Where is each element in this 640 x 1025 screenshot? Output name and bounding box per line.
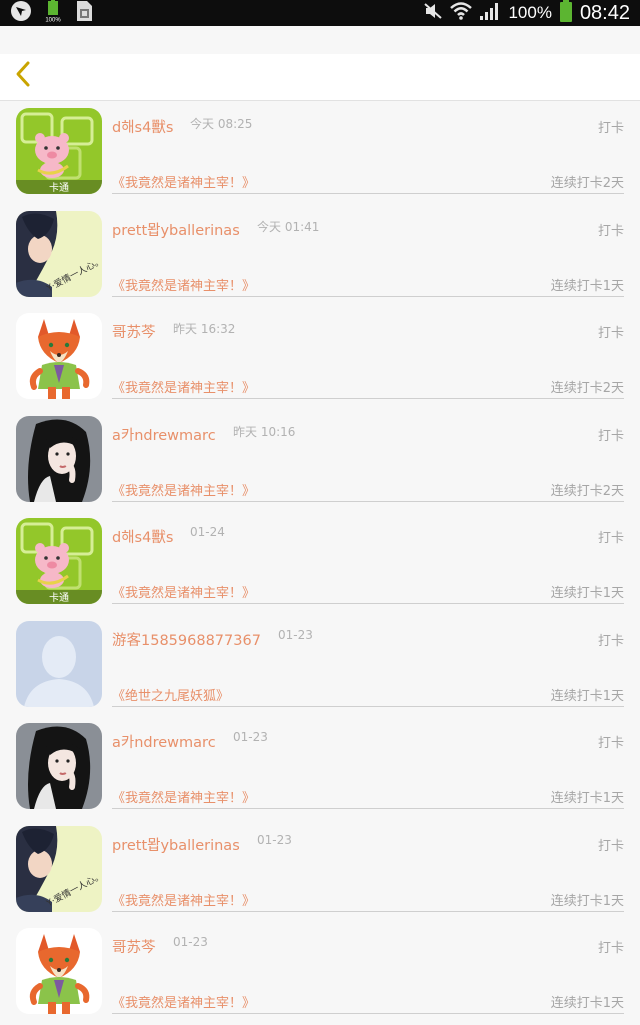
divider (112, 295, 624, 297)
book-title[interactable]: 《我竟然是诸神主宰！》 (112, 480, 255, 499)
user-name[interactable]: prett뫕yballerinas (112, 834, 240, 855)
book-title[interactable]: 《我竟然是诸神主宰！》 (112, 582, 255, 601)
list-item[interactable]: 哥苏芩 昨天 16:32 打卡 《我竟然是诸神主宰！》 连续打卡2天 (0, 307, 640, 410)
book-title[interactable]: 《我竟然是诸神主宰！》 (112, 787, 255, 806)
book-title[interactable]: 《绝世之九尾妖狐》 (112, 685, 229, 704)
checkin-list: 卡通 d해s4獸s 今天 08:25 打卡 《我竟然是诸神主宰！》 连续打卡2天… (0, 102, 640, 1025)
avatar[interactable] (16, 928, 102, 1014)
list-item[interactable]: Y·爱情一人心。 prett뫕yballerinas 今天 01:41 打卡 《… (0, 205, 640, 308)
battery-icon (559, 0, 573, 26)
back-button[interactable] (8, 60, 38, 92)
user-name[interactable]: d해s4獸s (112, 116, 173, 137)
checkin-label: 打卡 (597, 838, 624, 854)
divider (112, 910, 624, 912)
user-name[interactable]: prett뫕yballerinas (112, 219, 240, 240)
list-item[interactable]: 卡通 d해s4獸s 今天 08:25 打卡 《我竟然是诸神主宰！》 连续打卡2天 (0, 102, 640, 205)
avatar[interactable]: 卡通 (16, 108, 102, 194)
user-name[interactable]: 哥苏芩 (112, 321, 156, 342)
list-item[interactable]: 游客1585968877367 01-23 打卡 《绝世之九尾妖狐》 连续打卡1… (0, 615, 640, 718)
streak-count: 连续打卡1天 (550, 688, 624, 704)
post-time: 昨天 10:16 (233, 424, 296, 439)
user-name[interactable]: a카ndrewmarc (112, 731, 216, 752)
post-time: 昨天 16:32 (173, 322, 236, 336)
streak-count: 连续打卡1天 (550, 278, 624, 294)
battery-small-icon: 100% (42, 0, 64, 26)
streak-count: 连续打卡1天 (550, 893, 624, 909)
status-time: 08:42 (579, 1, 630, 24)
checkin-label: 打卡 (597, 531, 624, 546)
post-time: 01-23 (233, 730, 268, 744)
book-title[interactable]: 《我竟然是诸神主宰！》 (112, 890, 255, 909)
mute-icon (423, 1, 443, 25)
avatar[interactable] (16, 313, 102, 399)
streak-count: 连续打卡2天 (550, 381, 624, 396)
list-item[interactable]: 卡通 d해s4獸s 01-24 打卡 《我竟然是诸神主宰！》 连续打卡1天 (0, 512, 640, 615)
user-name[interactable]: 游客1585968877367 (112, 629, 261, 650)
signal-icon (479, 1, 501, 25)
user-name[interactable]: a카ndrewmarc (112, 424, 216, 445)
divider (112, 193, 624, 194)
post-time: 01-23 (173, 935, 208, 949)
notification-icon (10, 0, 32, 26)
streak-count: 连续打卡1天 (550, 791, 624, 806)
header-bar (0, 54, 640, 101)
avatar-caption: 卡通 (49, 591, 69, 604)
avatar[interactable] (16, 723, 102, 809)
checkin-label: 打卡 (597, 121, 624, 136)
chevron-left-icon (13, 59, 33, 93)
divider (112, 500, 624, 502)
user-name[interactable]: 哥苏芩 (112, 936, 156, 957)
status-bar: 100% 100% 08:42 (0, 0, 640, 26)
checkin-label: 打卡 (597, 941, 624, 956)
divider (112, 705, 624, 707)
divider (112, 808, 624, 809)
avatar[interactable]: Y·爱情一人心。 (16, 210, 102, 297)
avatar-caption: 卡通 (49, 181, 69, 194)
list-item[interactable]: a카ndrewmarc 昨天 10:16 打卡 《我竟然是诸神主宰！》 连续打卡… (0, 410, 640, 513)
post-time: 01-23 (257, 832, 292, 847)
streak-count: 连续打卡1天 (550, 586, 624, 601)
checkin-label: 打卡 (597, 633, 624, 649)
list-item[interactable]: a카ndrewmarc 01-23 打卡 《我竟然是诸神主宰！》 连续打卡1天 (0, 717, 640, 820)
svg-text:100%: 100% (45, 18, 61, 23)
wifi-icon (450, 1, 473, 25)
streak-count: 连续打卡2天 (550, 176, 624, 191)
avatar[interactable]: Y·爱情一人心。 (16, 825, 102, 912)
streak-count: 连续打卡2天 (550, 483, 624, 499)
checkin-label: 打卡 (597, 223, 624, 239)
divider (112, 1013, 624, 1014)
list-item[interactable]: Y·爱情一人心。 prett뫕yballerinas 01-23 打卡 《我竟然… (0, 820, 640, 923)
book-title[interactable]: 《我竟然是诸神主宰！》 (112, 172, 255, 191)
user-name[interactable]: d해s4獸s (112, 526, 173, 547)
post-time: 01-23 (278, 627, 313, 642)
checkin-label: 打卡 (597, 736, 624, 751)
book-title[interactable]: 《我竟然是诸神主宰！》 (112, 992, 255, 1011)
divider (112, 398, 624, 399)
checkin-label: 打卡 (597, 428, 624, 444)
book-title[interactable]: 《我竟然是诸神主宰！》 (112, 377, 255, 396)
post-time: 01-24 (190, 525, 225, 539)
post-time: 今天 08:25 (190, 117, 253, 131)
checkin-label: 打卡 (597, 326, 624, 341)
divider (112, 603, 624, 604)
avatar[interactable]: 卡通 (16, 518, 102, 604)
list-item[interactable]: 哥苏芩 01-23 打卡 《我竟然是诸神主宰！》 连续打卡1天 (0, 922, 640, 1025)
battery-percent: 100% (508, 3, 552, 22)
book-title[interactable]: 《我竟然是诸神主宰！》 (112, 275, 255, 294)
avatar[interactable] (16, 620, 102, 707)
streak-count: 连续打卡1天 (550, 996, 624, 1011)
sim-icon (74, 0, 94, 26)
avatar[interactable] (16, 415, 102, 502)
post-time: 今天 01:41 (257, 219, 320, 234)
